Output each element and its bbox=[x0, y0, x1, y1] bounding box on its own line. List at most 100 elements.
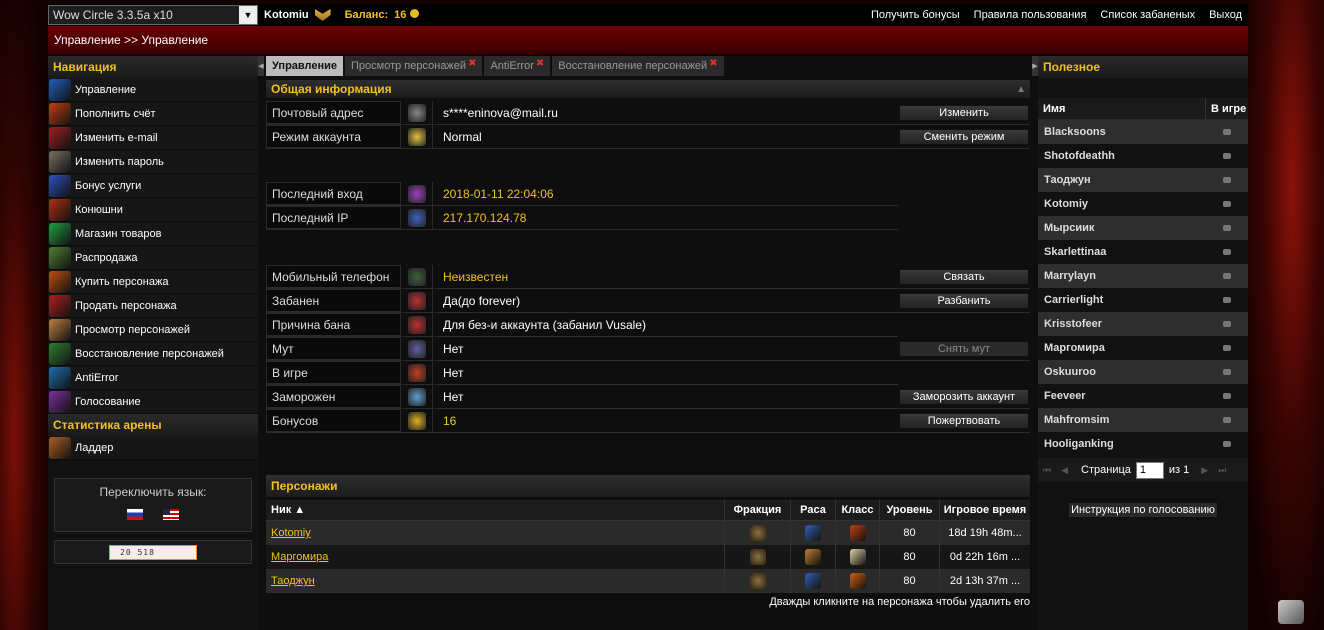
tab-label: Просмотр персонажей bbox=[351, 60, 467, 72]
tab-label: Восстановление персонажей bbox=[558, 60, 708, 72]
nav-item-label: Управление bbox=[75, 83, 137, 96]
player-row[interactable]: Skarlettinaa bbox=[1038, 240, 1248, 264]
nav-list: Управление Пополнить счёт Изменить e-mail И… bbox=[48, 78, 258, 414]
realm-select[interactable]: Wow Circle 3.3.5a x10 ▼ bbox=[48, 5, 258, 25]
info-label: Мут bbox=[266, 337, 400, 360]
player-row[interactable]: Marrylayn bbox=[1038, 264, 1248, 288]
close-icon[interactable]: ✖ bbox=[536, 58, 544, 69]
player-row[interactable]: Blacksoons bbox=[1038, 120, 1248, 144]
nav-item-label: Конюшни bbox=[75, 203, 123, 216]
player-row[interactable]: Kotomiy bbox=[1038, 192, 1248, 216]
offline-status-icon bbox=[1223, 417, 1231, 423]
player-row[interactable]: Oskuuroo bbox=[1038, 360, 1248, 384]
character-name-cell: Kotomiy bbox=[266, 521, 724, 545]
character-link[interactable]: Таоджун bbox=[271, 575, 315, 587]
prev-page-icon[interactable]: ◀ bbox=[1061, 465, 1068, 476]
nav-item[interactable]: Пополнить счёт bbox=[48, 102, 258, 126]
player-row[interactable]: Mahfromsim bbox=[1038, 408, 1248, 432]
flag-us-icon[interactable] bbox=[163, 509, 179, 520]
info-action-button[interactable]: Пожертвовать bbox=[899, 412, 1029, 429]
column-name[interactable]: Имя bbox=[1038, 98, 1206, 119]
info-action-button[interactable]: Разбанить bbox=[899, 292, 1029, 309]
info-action-button[interactable]: Связать bbox=[899, 268, 1029, 285]
top-link[interactable]: Список забаненых bbox=[1100, 9, 1195, 21]
player-row[interactable]: Мырсиик bbox=[1038, 216, 1248, 240]
nav-item[interactable]: Управление bbox=[48, 78, 258, 102]
player-row[interactable]: Krisstofeer bbox=[1038, 312, 1248, 336]
info-action-button[interactable]: Заморозить аккаунт bbox=[899, 388, 1029, 405]
scroll-top-icon[interactable] bbox=[1278, 600, 1304, 624]
column-ingame[interactable]: В игре bbox=[1206, 98, 1246, 119]
top-link[interactable]: Правила пользования bbox=[974, 9, 1087, 21]
last-page-icon[interactable]: ⏭ bbox=[1218, 465, 1226, 476]
tab[interactable]: AntiError ✖ bbox=[484, 56, 551, 76]
vote-icon bbox=[49, 390, 71, 413]
top-link[interactable]: Выход bbox=[1209, 9, 1242, 21]
character-link[interactable]: Маргомира bbox=[271, 551, 328, 563]
visit-counter[interactable]: 20 518 bbox=[109, 544, 197, 560]
nav-item[interactable]: Изменить пароль bbox=[48, 150, 258, 174]
character-link[interactable]: Kotomiy bbox=[271, 527, 311, 539]
next-page-icon[interactable]: ▶ bbox=[1201, 465, 1208, 476]
character-row[interactable]: Kotomiy 80 18d 19h 48m... bbox=[266, 521, 1030, 545]
tab[interactable]: Управление bbox=[266, 56, 344, 76]
player-row[interactable]: Feeveer bbox=[1038, 384, 1248, 408]
player-row[interactable]: Shotofdeathh bbox=[1038, 144, 1248, 168]
column-header[interactable]: Уровень bbox=[879, 500, 939, 520]
character-row[interactable]: Таоджун 80 2d 13h 37m ... bbox=[266, 569, 1030, 593]
column-header[interactable]: Игровое время bbox=[939, 500, 1030, 520]
column-header[interactable]: Фракция bbox=[724, 500, 790, 520]
nav-item[interactable]: Магазин товаров bbox=[48, 222, 258, 246]
tab[interactable]: Восстановление персонажей ✖ bbox=[552, 56, 724, 76]
info-value: Нет bbox=[432, 385, 898, 408]
info-icon-cell bbox=[400, 265, 432, 288]
info-value: Неизвестен bbox=[432, 265, 898, 288]
status-cell bbox=[1206, 288, 1248, 312]
column-header[interactable]: Класс bbox=[835, 500, 879, 520]
tab[interactable]: Просмотр персонажей ✖ bbox=[345, 56, 483, 76]
nav-item[interactable]: Распродажа bbox=[48, 246, 258, 270]
info-action-button[interactable]: Сменить режим bbox=[899, 128, 1029, 145]
character-row[interactable]: Маргомира 80 0d 22h 16m ... bbox=[266, 545, 1030, 569]
nav-item[interactable]: Ладдер bbox=[48, 436, 258, 460]
chevron-down-icon[interactable]: ▼ bbox=[239, 6, 257, 24]
pager-total: из 1 bbox=[1168, 464, 1190, 476]
first-page-icon[interactable]: ⏮ bbox=[1043, 465, 1051, 476]
player-row[interactable]: Carrierlight bbox=[1038, 288, 1248, 312]
nav-item[interactable]: Продать персонажа bbox=[48, 294, 258, 318]
nav-item[interactable]: AntiError bbox=[48, 366, 258, 390]
nav-item[interactable]: Изменить e-mail bbox=[48, 126, 258, 150]
nav-item[interactable]: Бонус услуги bbox=[48, 174, 258, 198]
flag-ru-icon[interactable] bbox=[127, 509, 143, 520]
close-icon[interactable]: ✖ bbox=[709, 58, 717, 69]
info-action-button[interactable]: Изменить bbox=[899, 104, 1029, 121]
player-name: Shotofdeathh bbox=[1044, 150, 1115, 162]
nav-item[interactable]: Восстановление персонажей bbox=[48, 342, 258, 366]
characters-table-header: Ник ▲ Фракция Раса Класс Уровень Игровое врем… bbox=[266, 500, 1030, 521]
info-action: Связать bbox=[898, 265, 1030, 288]
tabs-scroll-left-icon[interactable]: ◀ bbox=[258, 56, 264, 76]
nav-item-label: Купить персонажа bbox=[75, 275, 169, 288]
player-row[interactable]: Таоджун bbox=[1038, 168, 1248, 192]
nav-item[interactable]: Купить персонажа bbox=[48, 270, 258, 294]
collapse-icon[interactable]: ▲ bbox=[1016, 84, 1026, 95]
top-link[interactable]: Получить бонусы bbox=[871, 9, 960, 21]
offline-status-icon bbox=[1223, 249, 1231, 255]
column-header[interactable]: Раса bbox=[790, 500, 835, 520]
player-row[interactable]: Hooliganking bbox=[1038, 432, 1248, 456]
page-input[interactable] bbox=[1135, 461, 1164, 479]
offline-status-icon bbox=[1223, 393, 1231, 399]
player-row[interactable]: Маргомира bbox=[1038, 336, 1248, 360]
nav-item[interactable]: Голосование bbox=[48, 390, 258, 414]
column-header[interactable]: Ник ▲ bbox=[266, 500, 724, 520]
voting-instruction-button[interactable]: Инструкция по голосованию bbox=[1068, 502, 1218, 518]
close-icon[interactable]: ✖ bbox=[468, 58, 476, 69]
payment-icon bbox=[49, 102, 71, 125]
nav-item-label: Бонус услуги bbox=[75, 179, 142, 192]
nav-item[interactable]: Конюшни bbox=[48, 198, 258, 222]
info-value: 217.170.124.78 bbox=[432, 206, 898, 229]
offline-status-icon bbox=[1223, 297, 1231, 303]
nav-item[interactable]: Просмотр персонажей bbox=[48, 318, 258, 342]
info-row: Мобильный телефон Неизвестен Связать bbox=[266, 265, 1030, 289]
language-title: Переключить язык: bbox=[99, 485, 207, 499]
